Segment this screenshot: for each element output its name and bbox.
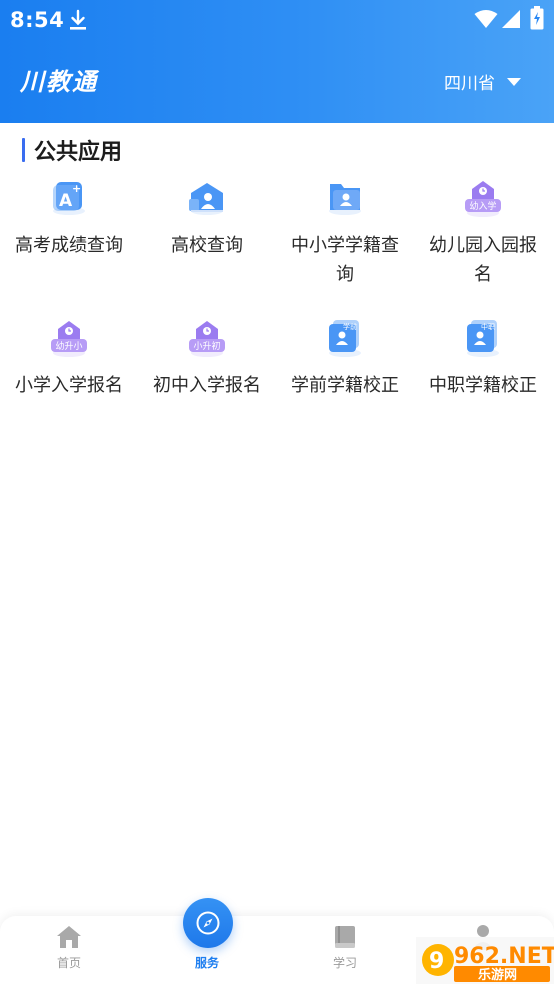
tab-services-label: 服务	[194, 956, 219, 970]
icon-badge-text: 幼入学	[469, 200, 496, 212]
chevron-down-icon	[507, 77, 521, 86]
svg-text:乐游网: 乐游网	[478, 967, 517, 983]
icon-badge-text: 幼升小	[55, 340, 82, 352]
services-fab[interactable]	[183, 898, 233, 948]
app-tile-gaokao-score[interactable]: A + 高考成绩查询	[0, 175, 138, 260]
compass-icon	[196, 911, 220, 935]
app-logo: 川教通	[20, 67, 98, 96]
vocational-card-icon: 中职	[467, 320, 499, 357]
app-tile-label: 小学入学报名	[15, 375, 123, 396]
app-tile-student-record-query[interactable]: 中小学学籍查询	[276, 175, 414, 289]
signal-icon	[502, 10, 520, 28]
app-tile-university-query[interactable]: 高校查询	[138, 175, 276, 260]
junior-badge-icon: 小升初	[189, 321, 225, 357]
icon-badge-text: 小升初	[193, 340, 220, 352]
svg-text:962.NET: 962.NET	[454, 944, 554, 969]
section-title: 公共应用	[22, 135, 122, 165]
book-icon	[335, 926, 355, 948]
app-tile-label: 中小学学籍查询	[291, 235, 399, 285]
wifi-icon	[474, 10, 498, 28]
region-label: 四川省	[444, 74, 495, 94]
svg-text:+: +	[72, 182, 81, 195]
watermark-logo: 9 962.NET 乐游网	[416, 937, 554, 984]
app-tile-label: 初中入学报名	[153, 375, 261, 396]
university-icon	[189, 183, 223, 215]
app-tile-primary-enroll[interactable]: 幼升小 小学入学报名	[0, 315, 138, 400]
tab-home-label: 首页	[56, 956, 81, 970]
section-accent-bar	[22, 138, 25, 162]
app-tile-vocational-record-fix[interactable]: 中职 中职学籍校正	[414, 315, 552, 400]
app-tile-preschool-record-fix[interactable]: 学前 学前学籍校正	[276, 315, 414, 400]
download-icon	[70, 9, 86, 30]
svg-text:A: A	[59, 191, 73, 211]
region-selector[interactable]: 四川省	[444, 69, 521, 94]
tab-study-label: 学习	[332, 956, 357, 970]
battery-icon	[530, 6, 544, 30]
preschool-card-icon: 学前	[329, 320, 361, 357]
icon-badge-text: 学前	[343, 322, 357, 331]
tab-home[interactable]: 首页	[0, 916, 138, 984]
status-time: 8:54	[10, 8, 65, 32]
kindergarten-badge-icon: 幼入学	[465, 181, 501, 217]
tab-study[interactable]: 学习	[276, 916, 414, 984]
primary-badge-icon: 幼升小	[51, 321, 87, 357]
app-tile-junior-enroll[interactable]: 小升初 初中入学报名	[138, 315, 276, 400]
app-tile-label: 高校查询	[171, 235, 243, 256]
section-title-text: 公共应用	[34, 140, 123, 165]
app-tile-kindergarten-enroll[interactable]: 幼入学 幼儿园入园报名	[414, 175, 552, 289]
app-tile-label: 高考成绩查询	[15, 235, 123, 256]
grade-a-plus-icon: A +	[53, 182, 85, 215]
home-icon	[57, 926, 81, 948]
status-bar: 8:54	[0, 0, 554, 40]
icon-badge-text: 中职	[481, 322, 495, 331]
app-tile-label: 学前学籍校正	[291, 375, 399, 396]
student-folder-icon	[329, 184, 361, 215]
app-tile-label: 中职学籍校正	[429, 375, 537, 396]
app-header: 8:54 川教通 四川省	[0, 0, 554, 123]
app-tile-label: 幼儿园入园报名	[429, 235, 537, 285]
svg-text:9: 9	[429, 949, 444, 974]
